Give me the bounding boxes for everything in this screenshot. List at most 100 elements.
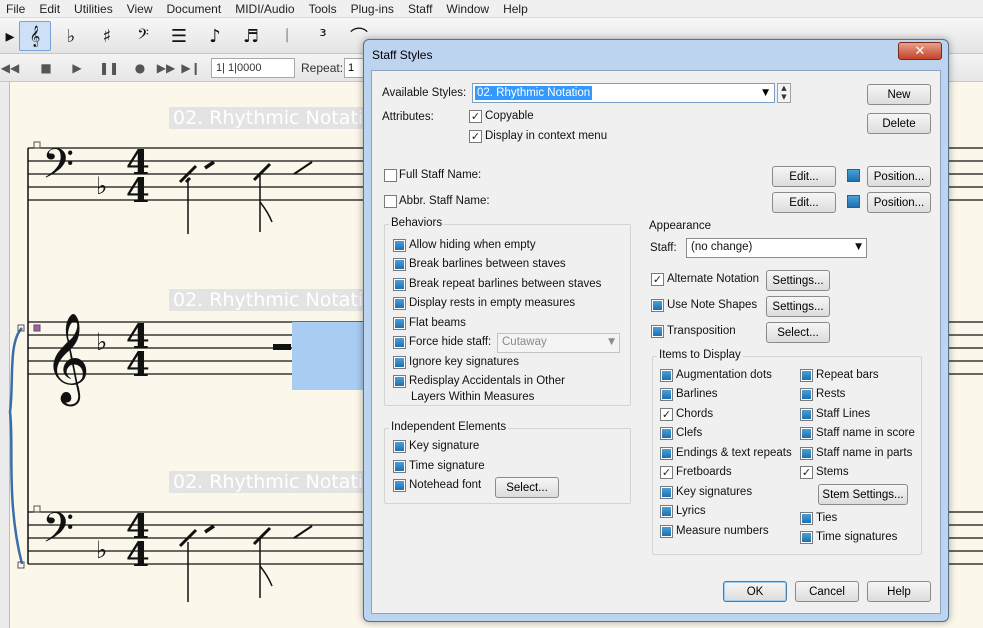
cancel-button[interactable]: Cancel: [795, 581, 859, 602]
copyable-label: Copyable: [485, 110, 534, 122]
menu-midi-audio[interactable]: MIDI/Audio: [229, 2, 302, 16]
behavior-label: Break barlines between staves: [409, 258, 566, 270]
behavior-checkbox[interactable]: [393, 258, 406, 271]
display-context-menu-checkbox[interactable]: ✓: [469, 130, 482, 143]
display-item-checkbox[interactable]: ✓: [800, 466, 813, 479]
alternate-notation-checkbox[interactable]: ✓: [651, 273, 664, 286]
stem-settings-button[interactable]: Stem Settings...: [818, 484, 908, 505]
spin-down-icon[interactable]: ▼: [778, 93, 790, 102]
new-button[interactable]: New: [867, 84, 931, 105]
menu-window[interactable]: Window: [440, 2, 497, 16]
position-full-name-button[interactable]: Position...: [867, 166, 931, 187]
repeat-input[interactable]: 1: [344, 58, 364, 78]
key-signature-tool-icon[interactable]: ♭: [55, 21, 87, 51]
full-name-visible-indicator[interactable]: [847, 169, 860, 182]
display-item-checkbox[interactable]: [660, 525, 673, 538]
menu-plug-ins[interactable]: Plug-ins: [345, 2, 402, 16]
behavior-checkbox[interactable]: [393, 356, 406, 369]
dropdown-arrow-icon: ▼: [762, 88, 769, 98]
display-item-checkbox[interactable]: [800, 388, 813, 401]
menu-utilities[interactable]: Utilities: [68, 2, 121, 16]
note-shapes-settings-button[interactable]: Settings...: [766, 296, 830, 317]
record-icon[interactable]: ●: [130, 59, 150, 77]
menu-edit[interactable]: Edit: [33, 2, 68, 16]
available-styles-select[interactable]: 02. Rhythmic Notation ▼: [472, 83, 775, 103]
display-item-checkbox[interactable]: [660, 447, 673, 460]
display-item-checkbox[interactable]: [800, 512, 813, 525]
behavior-checkbox[interactable]: [393, 297, 406, 310]
independent-checkbox[interactable]: [393, 440, 406, 453]
copyable-checkbox[interactable]: ✓: [469, 110, 482, 123]
behavior-checkbox[interactable]: [393, 278, 406, 291]
use-note-shapes-checkbox[interactable]: [651, 299, 664, 312]
items-to-display-title: Items to Display: [657, 349, 743, 361]
display-item-checkbox[interactable]: [800, 369, 813, 382]
selection-highlight: [292, 322, 365, 390]
edit-full-name-button[interactable]: Edit...: [772, 166, 836, 187]
rewind-icon[interactable]: ◀◀: [0, 59, 20, 77]
close-icon[interactable]: ✕: [898, 42, 942, 60]
full-staff-name-checkbox[interactable]: [384, 169, 397, 182]
simple-entry-tool-icon[interactable]: ♪: [199, 21, 231, 51]
display-item-checkbox[interactable]: [660, 369, 673, 382]
display-item-checkbox[interactable]: ✓: [660, 466, 673, 479]
ok-button[interactable]: OK: [723, 581, 787, 602]
behavior-label: Force hide staff:: [409, 336, 492, 348]
spin-up-icon[interactable]: ▲: [778, 84, 790, 93]
behavior-checkbox[interactable]: [393, 336, 406, 349]
clef-tool-icon[interactable]: 𝄢: [127, 21, 159, 51]
skip-end-icon[interactable]: ▶❙: [181, 59, 201, 77]
staff-type-select[interactable]: (no change) ▼: [686, 238, 867, 258]
display-item-checkbox[interactable]: [660, 486, 673, 499]
measure-tool-icon[interactable]: ☰: [163, 21, 195, 51]
abbr-staff-name-checkbox[interactable]: [384, 195, 397, 208]
flat-key-icon: ♭: [96, 536, 107, 564]
menu-tools[interactable]: Tools: [303, 2, 345, 16]
behavior-checkbox[interactable]: [393, 317, 406, 330]
menu-view[interactable]: View: [121, 2, 161, 16]
styles-spinner[interactable]: ▲ ▼: [777, 83, 791, 103]
play-icon[interactable]: ▶: [67, 59, 87, 77]
staff-handle: [33, 505, 41, 513]
help-button[interactable]: Help: [867, 581, 931, 602]
fast-forward-icon[interactable]: ▶▶: [156, 59, 176, 77]
hyperscribe-tool-icon[interactable]: 𝄀: [271, 21, 303, 51]
slash-notes-1: [178, 160, 313, 184]
edit-abbr-name-button[interactable]: Edit...: [772, 192, 836, 213]
display-item-checkbox[interactable]: [660, 427, 673, 440]
stop-icon[interactable]: ■: [36, 59, 56, 77]
measure-counter[interactable]: 1| 1|0000: [211, 58, 295, 78]
transposition-select-button[interactable]: Select...: [766, 322, 830, 343]
staff-handle: [33, 141, 41, 149]
display-item-checkbox[interactable]: [800, 531, 813, 544]
tuplet-tool-icon[interactable]: ³: [307, 21, 339, 51]
display-item-checkbox[interactable]: [800, 447, 813, 460]
display-item-checkbox[interactable]: ✓: [660, 408, 673, 421]
menu-document[interactable]: Document: [161, 2, 230, 16]
display-item-checkbox[interactable]: [800, 408, 813, 421]
behavior-label-cont: Layers Within Measures: [411, 391, 535, 403]
delete-button[interactable]: Delete: [867, 113, 931, 134]
behavior-checkbox[interactable]: [393, 239, 406, 252]
display-item-label: Barlines: [676, 388, 718, 400]
menu-file[interactable]: File: [0, 2, 33, 16]
position-abbr-name-button[interactable]: Position...: [867, 192, 931, 213]
independent-checkbox[interactable]: [393, 479, 406, 492]
display-item-checkbox[interactable]: [660, 505, 673, 518]
behavior-checkbox[interactable]: [393, 375, 406, 388]
display-item-checkbox[interactable]: [660, 388, 673, 401]
staff-tool-icon[interactable]: 𝄞: [19, 21, 51, 51]
behavior-label: Break repeat barlines between staves: [409, 278, 602, 290]
pause-icon[interactable]: ❚❚: [99, 59, 119, 77]
notehead-select-button[interactable]: Select...: [495, 477, 559, 498]
independent-checkbox[interactable]: [393, 460, 406, 473]
alternate-notation-settings-button[interactable]: Settings...: [766, 270, 830, 291]
display-item-checkbox[interactable]: [800, 427, 813, 440]
abbr-name-visible-indicator[interactable]: [847, 195, 860, 208]
transposition-checkbox[interactable]: [651, 325, 664, 338]
menu-staff[interactable]: Staff: [402, 2, 440, 16]
behavior-label: Display rests in empty measures: [409, 297, 576, 309]
speedy-entry-tool-icon[interactable]: ♬: [235, 21, 267, 51]
time-signature-tool-icon[interactable]: ♯: [91, 21, 123, 51]
menu-help[interactable]: Help: [497, 2, 536, 16]
